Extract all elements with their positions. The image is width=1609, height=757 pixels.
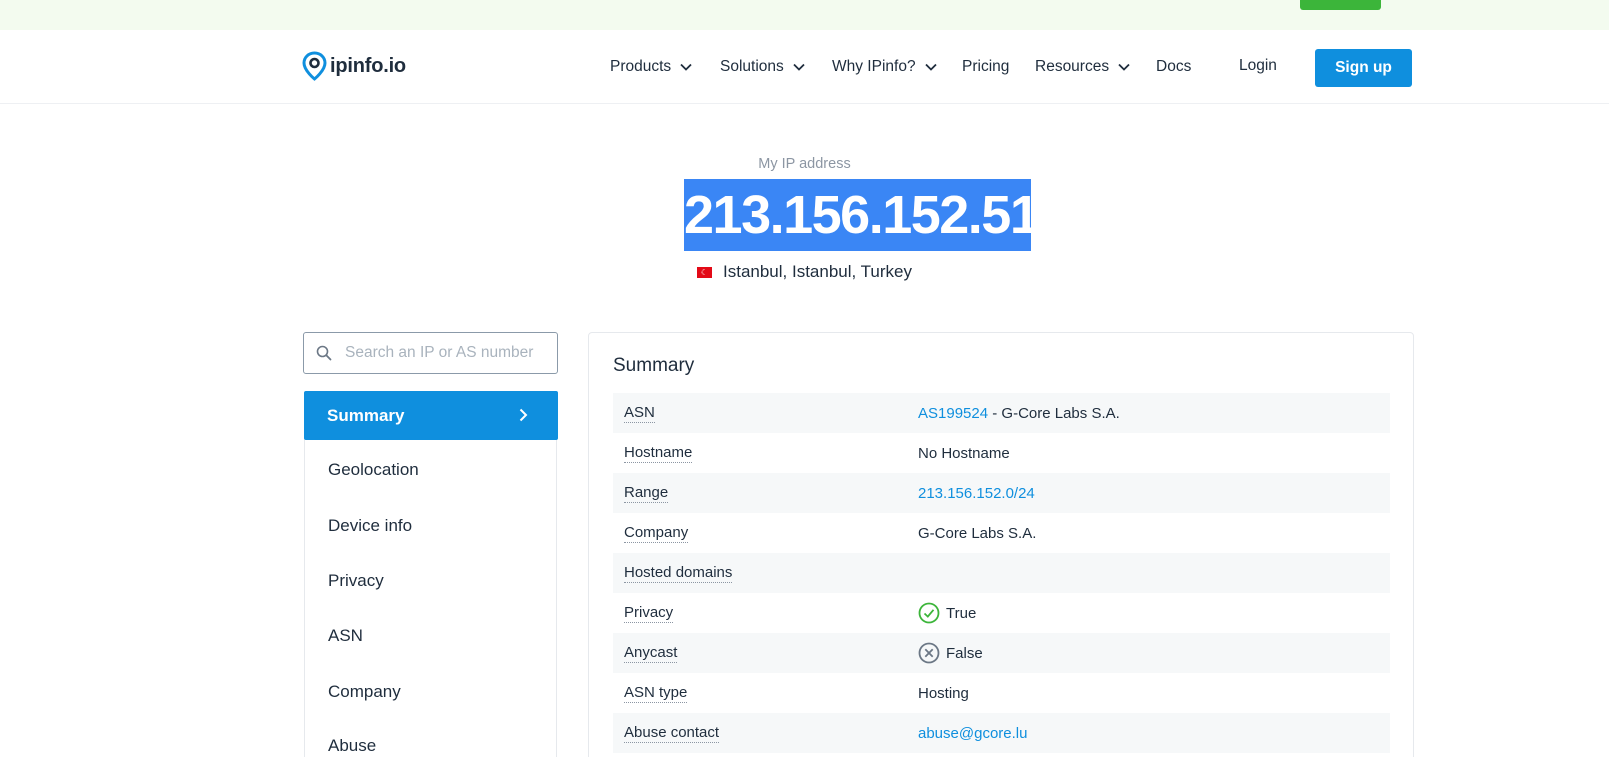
location-pin-icon: [302, 51, 327, 81]
table-row: Range 213.156.152.0/24: [613, 473, 1390, 513]
sidebar-item-label: Abuse: [328, 736, 377, 755]
nav-solutions[interactable]: Solutions: [720, 57, 805, 77]
ip-address[interactable]: 213.156.152.51: [684, 179, 1040, 251]
row-key: Anycast: [624, 643, 678, 663]
abuse-email-link[interactable]: abuse@gcore.lu: [918, 725, 1027, 742]
location-text: Istanbul, Istanbul, Turkey: [723, 262, 912, 281]
signup-button[interactable]: Sign up: [1315, 49, 1412, 87]
logo[interactable]: ipinfo.io: [302, 49, 406, 83]
row-value: False: [918, 642, 983, 664]
row-key: Privacy: [624, 603, 674, 623]
chevron-down-icon: [793, 63, 805, 71]
side-menu: Summary Geolocation Device info Privacy …: [304, 391, 558, 757]
search-icon: [316, 345, 332, 361]
table-row: ASN AS199524 - G-Core Labs S.A.: [613, 393, 1390, 433]
asn-name: - G-Core Labs S.A.: [988, 404, 1120, 422]
nav-why-ipinfo[interactable]: Why IPinfo?: [832, 57, 937, 77]
top-banner: [0, 0, 1609, 30]
row-key: Hostname: [624, 443, 693, 463]
table-row: Hostname No Hostname: [613, 433, 1390, 473]
chevron-down-icon: [1118, 63, 1130, 71]
sidebar-item-company[interactable]: Company: [305, 668, 558, 716]
banner-cta-button[interactable]: [1300, 0, 1381, 10]
privacy-value: True: [946, 604, 977, 622]
range-link[interactable]: 213.156.152.0/24: [918, 485, 1035, 502]
sidebar-item-asn[interactable]: ASN: [305, 612, 558, 660]
sidebar-item-label: Privacy: [328, 571, 384, 590]
row-value: AS199524 - G-Core Labs S.A.: [918, 405, 1120, 422]
check-circle-icon: [918, 602, 940, 624]
nav-resources-label: Resources: [1035, 58, 1110, 75]
chevron-down-icon: [924, 63, 937, 71]
sidebar-item-abuse[interactable]: Abuse: [305, 722, 558, 757]
nav-products[interactable]: Products: [610, 57, 692, 77]
chevron-right-icon: [519, 408, 528, 422]
table-row: Privacy True: [613, 593, 1390, 633]
sidebar-item-privacy[interactable]: Privacy: [305, 557, 558, 605]
table-row: Anycast False: [613, 633, 1390, 673]
row-key: Range: [624, 483, 669, 503]
anycast-value: False: [946, 644, 983, 662]
search-box[interactable]: [303, 332, 558, 374]
logo-text: ipinfo.io: [330, 54, 406, 77]
nav-resources[interactable]: Resources: [1035, 57, 1130, 77]
login-link[interactable]: Login: [1239, 57, 1277, 75]
sidebar-item-label: Geolocation: [328, 460, 419, 479]
x-circle-icon: [918, 642, 940, 664]
ip-label: My IP address: [758, 156, 851, 172]
row-key: Company: [624, 523, 689, 543]
sidebar-item-label: Summary: [327, 405, 405, 425]
row-key: Abuse contact: [624, 723, 720, 743]
table-row: Company G-Core Labs S.A.: [613, 513, 1390, 553]
nav-products-label: Products: [610, 58, 672, 75]
table-row: Hosted domains: [613, 553, 1390, 593]
nav-docs[interactable]: Docs: [1156, 57, 1191, 77]
location: ☾ Istanbul, Istanbul, Turkey: [0, 262, 1609, 282]
row-value: 213.156.152.0/24: [918, 485, 1035, 502]
row-value: abuse@gcore.lu: [918, 725, 1027, 742]
table-row: Abuse contact abuse@gcore.lu: [613, 713, 1390, 753]
sidebar-item-label: Company: [328, 682, 401, 701]
summary-card: Summary ASN AS199524 - G-Core Labs S.A. …: [588, 332, 1414, 757]
navbar: ipinfo.io Products Solutions Why IPinfo?…: [0, 30, 1609, 104]
row-value: G-Core Labs S.A.: [918, 524, 1037, 542]
row-key: Hosted domains: [624, 563, 733, 583]
chevron-down-icon: [680, 63, 692, 71]
sidebar-item-label: Device info: [328, 516, 413, 535]
asn-link[interactable]: AS199524: [918, 405, 988, 422]
nav-solutions-label: Solutions: [720, 58, 784, 75]
row-key: ASN: [624, 403, 655, 423]
sidebar-item-summary[interactable]: Summary: [304, 391, 558, 440]
nav-pricing-label: Pricing: [962, 58, 1010, 75]
turkey-flag-icon: ☾: [697, 266, 712, 278]
card-title: Summary: [613, 355, 695, 376]
nav-pricing[interactable]: Pricing: [962, 57, 1009, 77]
sidebar-item-device-info[interactable]: Device info: [305, 502, 558, 550]
row-key: ASN type: [624, 683, 688, 703]
sidebar-item-geolocation[interactable]: Geolocation: [305, 446, 558, 494]
row-value: No Hostname: [918, 444, 1010, 462]
search-input[interactable]: [345, 344, 545, 362]
row-value: True: [918, 602, 976, 624]
sidebar-item-label: ASN: [328, 626, 363, 645]
row-value: Hosting: [918, 684, 969, 702]
nav-why-ipinfo-label: Why IPinfo?: [832, 58, 916, 75]
table-row: ASN type Hosting: [613, 673, 1390, 713]
nav-docs-label: Docs: [1156, 58, 1192, 75]
